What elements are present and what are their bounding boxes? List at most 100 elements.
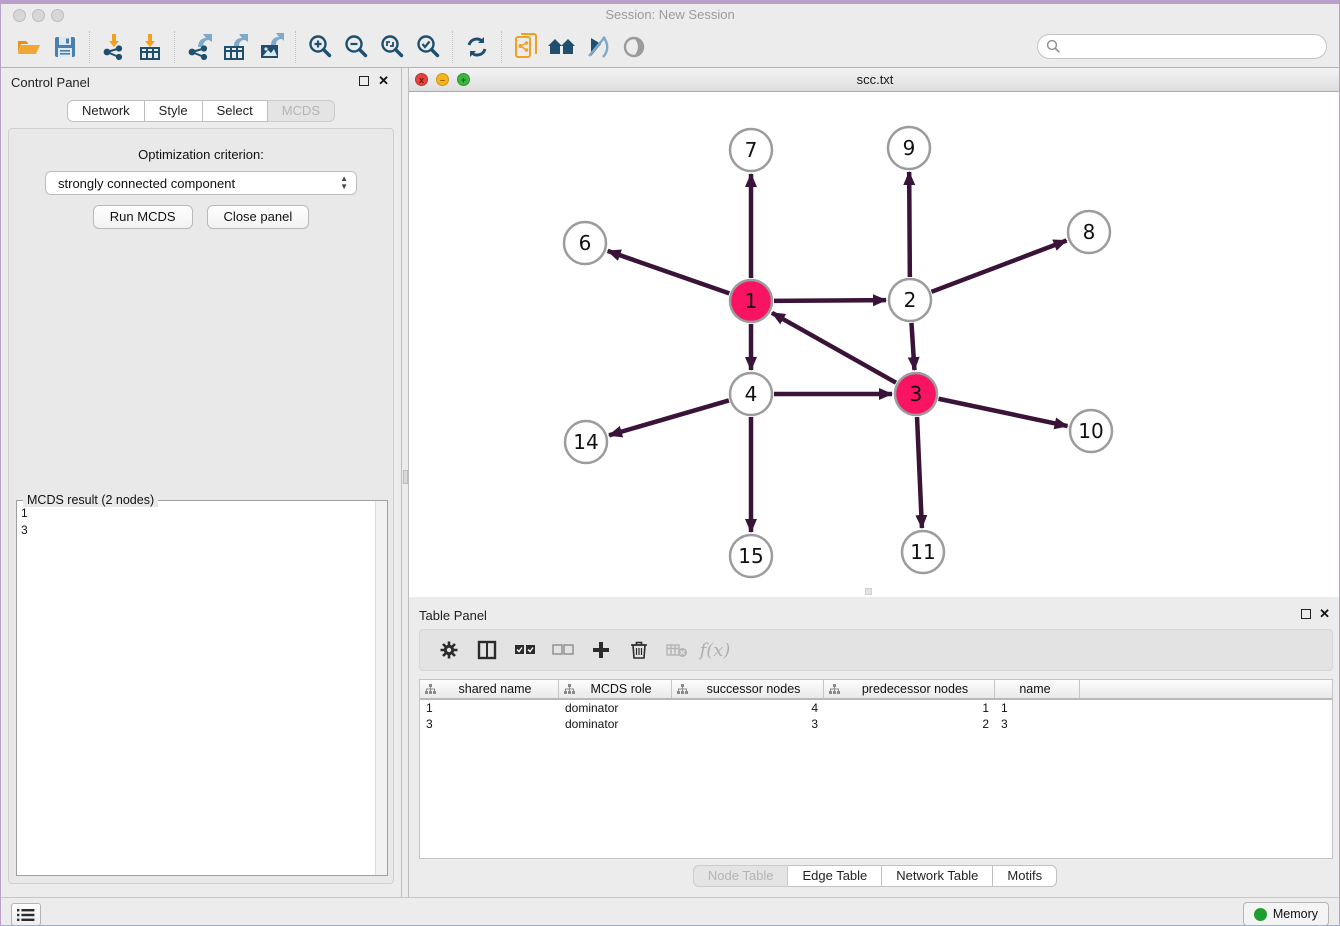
graph-node-15[interactable]: 15 — [730, 535, 772, 577]
show-columns-button[interactable] — [470, 635, 504, 665]
tab-motifs[interactable]: Motifs — [993, 865, 1057, 887]
mcds-result-box: MCDS result (2 nodes) 1 3 — [16, 500, 388, 876]
graph-node-11[interactable]: 11 — [902, 531, 944, 573]
tab-style[interactable]: Style — [145, 100, 203, 122]
task-history-button[interactable] — [11, 903, 41, 926]
network-canvas[interactable]: 7 9 6 8 1 2 4 3 14 10 15 11 — [409, 92, 1340, 597]
column-header-name[interactable]: name — [995, 680, 1080, 698]
cell-successor-nodes[interactable]: 3 — [672, 717, 824, 731]
cell-predecessor-nodes[interactable]: 2 — [824, 717, 995, 731]
tab-edge-table[interactable]: Edge Table — [788, 865, 882, 887]
graph-edge-3-1[interactable] — [772, 313, 896, 383]
zoom-out-icon — [343, 34, 369, 60]
columns-icon — [477, 640, 497, 660]
tab-network[interactable]: Network — [67, 100, 145, 122]
run-mcds-button[interactable]: Run MCDS — [93, 205, 193, 229]
graph-node-6[interactable]: 6 — [564, 222, 606, 264]
import-table-button[interactable] — [132, 31, 168, 63]
column-header-shared-name[interactable]: shared name — [420, 680, 559, 698]
cell-name[interactable]: 1 — [995, 701, 1080, 715]
mcds-result-lines: 1 3 — [21, 505, 28, 539]
zoom-out-button[interactable] — [338, 31, 374, 63]
show-details-button[interactable] — [616, 31, 652, 63]
graph-node-3[interactable]: 3 — [895, 373, 937, 415]
deselect-all-columns-button[interactable] — [546, 635, 580, 665]
cell-name[interactable]: 3 — [995, 717, 1080, 731]
export-image-button[interactable] — [253, 31, 289, 63]
mcds-panel-body: Optimization criterion: strongly connect… — [8, 128, 394, 884]
create-column-button[interactable] — [584, 635, 618, 665]
table-row[interactable]: 1 dominator 4 1 1 — [420, 700, 1332, 716]
refresh-button[interactable] — [459, 31, 495, 63]
float-table-panel-icon[interactable] — [1301, 609, 1311, 619]
search-input[interactable] — [1061, 37, 1326, 57]
memory-button[interactable]: Memory — [1243, 902, 1329, 926]
search-field[interactable] — [1037, 34, 1327, 59]
column-header-mcds-role[interactable]: MCDS role — [559, 680, 672, 698]
delete-column-button[interactable] — [622, 635, 656, 665]
vertical-splitter[interactable] — [401, 68, 409, 897]
graph-edge-3-10[interactable] — [939, 399, 1068, 426]
column-header-predecessor-nodes[interactable]: predecessor nodes — [824, 680, 995, 698]
close-panel-button[interactable]: Close panel — [207, 205, 310, 229]
close-panel-icon[interactable]: ✕ — [378, 73, 389, 89]
graph-edge-2-3[interactable] — [911, 323, 914, 370]
graph-node-label: 8 — [1083, 220, 1096, 244]
export-table-button[interactable] — [217, 31, 253, 63]
tab-network-table[interactable]: Network Table — [882, 865, 993, 887]
graph-node-10[interactable]: 10 — [1070, 410, 1112, 452]
graph-edge-2-9[interactable] — [909, 172, 910, 277]
table-settings-button[interactable] — [432, 635, 466, 665]
table-row[interactable]: 3 dominator 3 2 3 — [420, 716, 1332, 732]
graph-node-9[interactable]: 9 — [888, 127, 930, 169]
list-icon — [17, 908, 35, 922]
export-network-button[interactable] — [181, 31, 217, 63]
import-network-button[interactable] — [96, 31, 132, 63]
close-table-panel-icon[interactable]: ✕ — [1319, 606, 1330, 622]
cell-shared-name[interactable]: 1 — [420, 701, 559, 715]
column-header-successor-nodes[interactable]: successor nodes — [672, 680, 824, 698]
hide-labels-button[interactable] — [580, 31, 616, 63]
graph-node-2[interactable]: 2 — [889, 279, 931, 321]
cell-predecessor-nodes[interactable]: 1 — [824, 701, 995, 715]
save-session-button[interactable] — [47, 31, 83, 63]
network-graph[interactable]: 7 9 6 8 1 2 4 3 14 10 15 11 — [409, 92, 1340, 597]
cell-shared-name[interactable]: 3 — [420, 717, 559, 731]
delete-table-button[interactable] — [660, 635, 694, 665]
save-icon — [53, 35, 77, 59]
duplicate-network-button[interactable] — [508, 31, 544, 63]
graph-node-14[interactable]: 14 — [565, 421, 607, 463]
graph-edge-2-8[interactable] — [932, 241, 1067, 292]
tab-node-table[interactable]: Node Table — [693, 865, 789, 887]
zoom-fit-button[interactable] — [374, 31, 410, 63]
tab-select[interactable]: Select — [203, 100, 268, 122]
canvas-resize-handle[interactable] — [865, 588, 872, 595]
graph-edge-1-6[interactable] — [608, 251, 730, 293]
float-panel-icon[interactable] — [359, 76, 369, 86]
function-builder-button[interactable]: f(x) — [698, 635, 732, 665]
graph-edge-3-11[interactable] — [917, 417, 922, 528]
zoom-in-button[interactable] — [302, 31, 338, 63]
cell-mcds-role[interactable]: dominator — [559, 701, 672, 715]
graph-node-1[interactable]: 1 — [730, 280, 772, 322]
home-button[interactable] — [544, 31, 580, 63]
select-all-columns-button[interactable] — [508, 635, 542, 665]
graph-edge-4-14[interactable] — [609, 400, 729, 435]
cell-mcds-role[interactable]: dominator — [559, 717, 672, 731]
graph-node-4[interactable]: 4 — [730, 373, 772, 415]
graph-node-8[interactable]: 8 — [1068, 211, 1110, 253]
node-table[interactable]: shared name MCDS role successor nodes pr… — [419, 679, 1333, 859]
tab-mcds[interactable]: MCDS — [268, 100, 335, 122]
refresh-icon — [465, 35, 489, 59]
column-type-icon — [677, 684, 688, 695]
open-session-button[interactable] — [11, 31, 47, 63]
eye-icon — [620, 35, 648, 59]
result-scrollbar[interactable] — [375, 501, 387, 875]
optimization-criterion-select[interactable]: strongly connected component ▲▼ — [45, 171, 357, 195]
splitter-handle[interactable] — [403, 470, 408, 484]
graph-node-7[interactable]: 7 — [730, 129, 772, 171]
delete-table-icon — [666, 642, 688, 658]
zoom-selected-button[interactable] — [410, 31, 446, 63]
cell-successor-nodes[interactable]: 4 — [672, 701, 824, 715]
graph-edge-1-2[interactable] — [774, 300, 886, 301]
